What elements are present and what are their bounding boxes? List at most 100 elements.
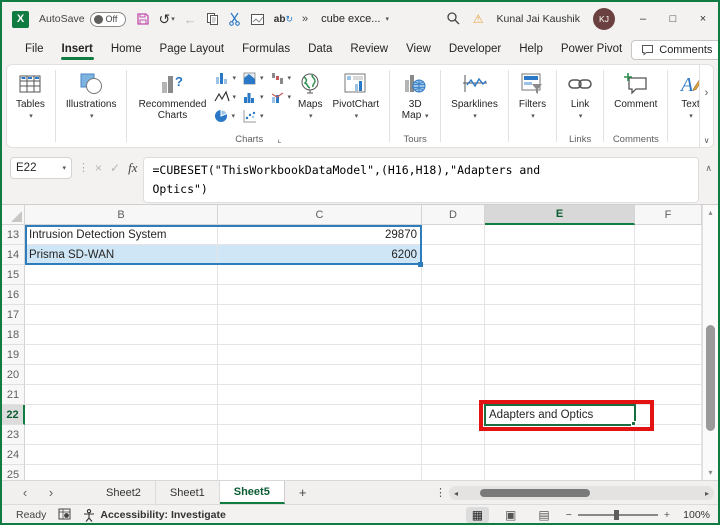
cell-B16[interactable] xyxy=(25,285,218,305)
cell-E24[interactable] xyxy=(485,445,635,465)
cell-C16[interactable] xyxy=(218,285,422,305)
pie-chart-button[interactable]: ▾ xyxy=(212,108,238,124)
tab-page-layout[interactable]: Page Layout xyxy=(151,38,234,62)
cell-C25[interactable] xyxy=(218,465,422,480)
user-name[interactable]: Kunal Jai Kaushik xyxy=(497,13,580,25)
tab-formulas[interactable]: Formulas xyxy=(233,38,299,62)
sparklines-button[interactable]: Sparklines ▾ xyxy=(446,69,503,122)
cell-D22[interactable] xyxy=(422,405,485,425)
qat-overflow-button[interactable]: » xyxy=(302,13,308,25)
illustrations-button[interactable]: Illustrations ▾ xyxy=(61,69,122,122)
waterfall-chart-button[interactable]: ▾ xyxy=(268,70,294,86)
cell-F22[interactable] xyxy=(635,405,702,425)
minimize-button[interactable]: – xyxy=(628,2,658,36)
autosave-toggle[interactable]: AutoSave Off xyxy=(39,11,126,27)
warning-icon[interactable]: ⚠ xyxy=(473,12,484,26)
normal-view-button[interactable]: ▦ xyxy=(465,507,490,523)
row-header-24[interactable]: 24 xyxy=(2,445,25,465)
cell-D23[interactable] xyxy=(422,425,485,445)
row-header-22[interactable]: 22 xyxy=(2,405,25,425)
tab-insert[interactable]: Insert xyxy=(53,38,102,62)
sheet-tab-sheet5[interactable]: Sheet5 xyxy=(219,481,285,504)
prev-sheet-button[interactable]: ‹ xyxy=(12,485,38,500)
cell-B13[interactable]: Intrusion Detection System xyxy=(25,225,218,245)
formula-input[interactable]: =CUBESET("ThisWorkbookDataModel",(H16,H1… xyxy=(143,157,700,203)
comments-button[interactable]: Comments xyxy=(631,40,718,60)
tab-developer[interactable]: Developer xyxy=(440,38,510,62)
row-header-19[interactable]: 19 xyxy=(2,345,25,365)
cell-grid[interactable]: B C D E F 13 Intrusion Detection System 29870 14… xyxy=(2,205,702,480)
row-header-23[interactable]: 23 xyxy=(2,425,25,445)
cell-F21[interactable] xyxy=(635,385,702,405)
area-chart-button[interactable]: ▾ xyxy=(240,70,266,86)
cell-D24[interactable] xyxy=(422,445,485,465)
accessibility-checker[interactable]: Accessibility: Investigate xyxy=(83,508,226,522)
ribbon-scroll-right-button[interactable]: › xyxy=(705,87,709,99)
tab-review[interactable]: Review xyxy=(341,38,397,62)
cell-B14[interactable]: Prisma SD-WAN xyxy=(25,245,218,265)
column-header-E[interactable]: E xyxy=(485,205,635,225)
maps-button[interactable]: Maps ▾ xyxy=(293,69,327,122)
close-button[interactable]: × xyxy=(688,2,718,36)
cell-D13[interactable] xyxy=(422,225,485,245)
cell-B18[interactable] xyxy=(25,325,218,345)
cell-E20[interactable] xyxy=(485,365,635,385)
line-chart-button[interactable]: ▾ xyxy=(212,89,238,105)
cell-F25[interactable] xyxy=(635,465,702,480)
cell-F17[interactable] xyxy=(635,305,702,325)
column-chart-button[interactable]: ▾ xyxy=(212,70,238,86)
cell-D14[interactable] xyxy=(422,245,485,265)
cell-D15[interactable] xyxy=(422,265,485,285)
row-header-15[interactable]: 15 xyxy=(2,265,25,285)
combo-chart-button[interactable]: ▾ xyxy=(268,89,294,105)
collapse-formula-bar-button[interactable]: ∧ xyxy=(705,157,712,174)
cell-E18[interactable] xyxy=(485,325,635,345)
cell-F23[interactable] xyxy=(635,425,702,445)
3d-map-button[interactable]: 3D Map ▾ xyxy=(395,69,435,124)
zoom-track[interactable] xyxy=(577,510,658,520)
cell-C13[interactable]: 29870 xyxy=(218,225,422,245)
charts-dialog-launcher[interactable]: ⌞ xyxy=(277,134,281,145)
column-header-B[interactable]: B xyxy=(25,205,218,225)
cell-F20[interactable] xyxy=(635,365,702,385)
cell-B22[interactable] xyxy=(25,405,218,425)
cell-C23[interactable] xyxy=(218,425,422,445)
cancel-formula-button[interactable]: × xyxy=(95,161,102,175)
zoom-slider[interactable]: − + xyxy=(566,509,670,521)
recommended-charts-button[interactable]: ? Recommended Charts xyxy=(132,69,212,123)
scroll-right-icon[interactable]: ▸ xyxy=(705,489,709,498)
filters-button[interactable]: Filters ▾ xyxy=(514,69,551,122)
cell-D21[interactable] xyxy=(422,385,485,405)
cell-B20[interactable] xyxy=(25,365,218,385)
cell-E14[interactable] xyxy=(485,245,635,265)
tab-data[interactable]: Data xyxy=(299,38,341,62)
row-header-14[interactable]: 14 xyxy=(2,245,25,265)
next-sheet-button[interactable]: › xyxy=(38,485,64,500)
undo-button[interactable]: ↺ ▾ xyxy=(159,11,175,28)
cell-E21[interactable] xyxy=(485,385,635,405)
cell-D18[interactable] xyxy=(422,325,485,345)
paste-button[interactable] xyxy=(250,13,265,26)
cell-F18[interactable] xyxy=(635,325,702,345)
zoom-thumb[interactable] xyxy=(613,510,619,520)
cut-button[interactable] xyxy=(228,12,241,26)
record-macro-button[interactable] xyxy=(58,508,71,523)
row-header-16[interactable]: 16 xyxy=(2,285,25,305)
cell-D19[interactable] xyxy=(422,345,485,365)
cell-C24[interactable] xyxy=(218,445,422,465)
cell-F24[interactable] xyxy=(635,445,702,465)
collapse-ribbon-button[interactable]: ∨ xyxy=(704,136,710,145)
cell-E17[interactable] xyxy=(485,305,635,325)
search-button[interactable] xyxy=(446,11,460,28)
cell-D17[interactable] xyxy=(422,305,485,325)
column-header-C[interactable]: C xyxy=(218,205,422,225)
sheet-tab-sheet1[interactable]: Sheet1 xyxy=(156,481,220,504)
tab-power-pivot[interactable]: Power Pivot xyxy=(552,38,631,62)
cell-C20[interactable] xyxy=(218,365,422,385)
cell-F19[interactable] xyxy=(635,345,702,365)
page-break-view-button[interactable]: ▤ xyxy=(532,507,555,523)
cell-B24[interactable] xyxy=(25,445,218,465)
avatar[interactable]: KJ xyxy=(593,8,615,30)
row-header-18[interactable]: 18 xyxy=(2,325,25,345)
zoom-out-button[interactable]: − xyxy=(566,509,572,521)
